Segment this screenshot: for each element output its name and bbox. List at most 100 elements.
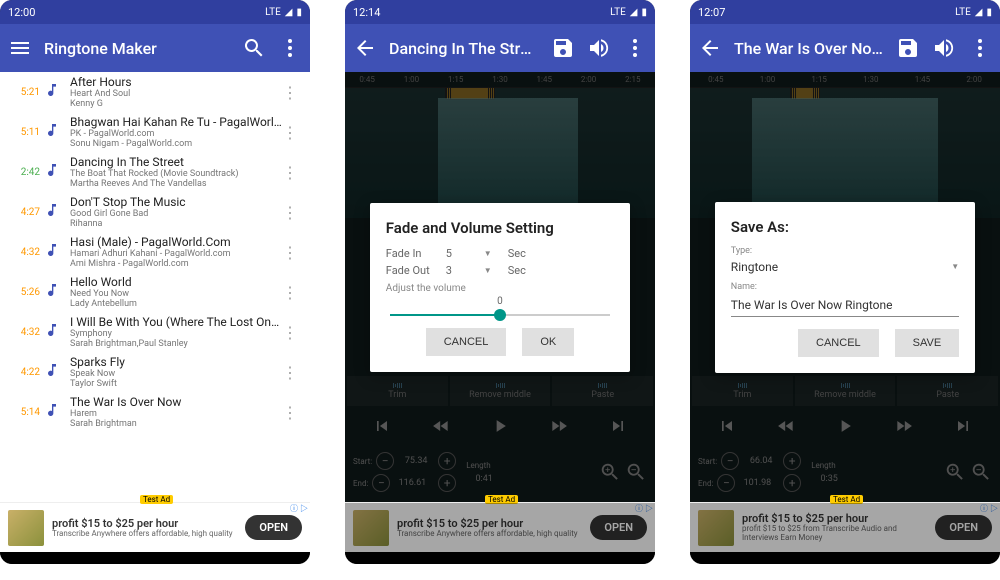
save-dialog: Save As: Type: Ringtone▼ Name: The War I… [715, 202, 975, 373]
ad-banner[interactable]: Test Ad ⓘ ▷ profit $15 to $25 per hour T… [0, 502, 310, 552]
row-menu-icon[interactable]: ⋮ [282, 203, 302, 222]
nav-bar [345, 552, 655, 564]
ad-image [698, 510, 734, 546]
ad-image [353, 510, 389, 546]
song-info: Don'T Stop The Music Good Girl Gone Bad … [70, 195, 282, 229]
volume-slider[interactable]: 0 [390, 314, 610, 316]
music-note-icon [44, 122, 64, 142]
ad-open-button[interactable]: OPEN [935, 515, 992, 540]
back-icon[interactable] [698, 36, 722, 60]
phone-1: 12:00 LTE ◢▮ Ringtone Maker 5:21 After H… [0, 0, 310, 564]
overflow-icon[interactable] [623, 36, 647, 60]
music-note-icon [44, 202, 64, 222]
duration: 5:26 [8, 287, 40, 298]
clock: 12:14 [353, 6, 380, 19]
song-row[interactable]: 5:11 Bhagwan Hai Kahan Re Tu - PagalWorl… [0, 112, 310, 152]
ad-info-icon[interactable]: ⓘ ▷ [635, 503, 653, 514]
song-info: Hello World Need You Now Lady Antebellum [70, 275, 282, 309]
app-title: Dancing In The Street… [389, 39, 539, 58]
duration: 5:14 [8, 407, 40, 418]
clock: 12:07 [698, 6, 725, 19]
menu-icon[interactable] [8, 36, 32, 60]
music-note-icon [44, 362, 64, 382]
save-button[interactable]: SAVE [895, 329, 960, 357]
fade-dialog: Fade and Volume Setting Fade In5▼Sec Fad… [370, 203, 630, 372]
song-info: Sparks Fly Speak Now Taylor Swift [70, 355, 282, 389]
status-bar: 12:07 LTE◢▮ [690, 0, 1000, 24]
row-menu-icon[interactable]: ⋮ [282, 83, 302, 102]
ad-open-button[interactable]: OPEN [590, 515, 647, 540]
row-menu-icon[interactable]: ⋮ [282, 163, 302, 182]
ok-button[interactable]: OK [522, 328, 574, 356]
cancel-button[interactable]: CANCEL [798, 329, 879, 357]
back-icon[interactable] [353, 36, 377, 60]
cancel-button[interactable]: CANCEL [426, 328, 507, 356]
ad-banner[interactable]: Test Ad ⓘ ▷ profit $15 to $25 per hourpr… [690, 502, 1000, 552]
song-info: After Hours Heart And Soul Kenny G [70, 75, 282, 109]
ad-label: Test Ad [830, 495, 863, 504]
overflow-icon[interactable] [968, 36, 992, 60]
clock: 12:00 [8, 6, 35, 19]
status-bar: 12:14 LTE◢▮ [345, 0, 655, 24]
status-bar: 12:00 LTE ◢▮ [0, 0, 310, 24]
app-title: The War Is Over Now -… [734, 39, 884, 58]
nav-bar [690, 552, 1000, 564]
status-icons: LTE◢▮ [610, 7, 647, 18]
row-menu-icon[interactable]: ⋮ [282, 363, 302, 382]
duration: 4:32 [8, 327, 40, 338]
status-icons: LTE◢▮ [955, 7, 992, 18]
nav-bar [0, 552, 310, 564]
song-info: The War Is Over Now Harem Sarah Brightma… [70, 395, 282, 429]
song-info: Hasi (Male) - PagalWorld.Com Hamari Adhu… [70, 235, 282, 269]
song-info: I Will Be With You (Where The Lost One… … [70, 315, 282, 349]
app-title: Ringtone Maker [44, 39, 230, 58]
dialog-overlay: Fade and Volume Setting Fade In5▼Sec Fad… [345, 72, 655, 502]
row-menu-icon[interactable]: ⋮ [282, 283, 302, 302]
search-icon[interactable] [242, 36, 266, 60]
editor-content: 0:451:001:151:301:452:00 FLAC, 44100 Hz,… [690, 72, 1000, 502]
save-icon[interactable] [551, 36, 575, 60]
duration: 5:11 [8, 127, 40, 138]
row-menu-icon[interactable]: ⋮ [282, 323, 302, 342]
music-note-icon [44, 162, 64, 182]
volume-icon[interactable] [587, 36, 611, 60]
ad-label: Test Ad [485, 495, 518, 504]
editor-content: 0:451:001:151:301:452:002:15 MP3, 44100 … [345, 72, 655, 502]
music-note-icon [44, 82, 64, 102]
song-list[interactable]: 5:21 After Hours Heart And Soul Kenny G … [0, 72, 310, 502]
song-row[interactable]: 4:27 Don'T Stop The Music Good Girl Gone… [0, 192, 310, 232]
song-row[interactable]: 4:32 Hasi (Male) - PagalWorld.Com Hamari… [0, 232, 310, 272]
row-menu-icon[interactable]: ⋮ [282, 403, 302, 422]
volume-icon[interactable] [932, 36, 956, 60]
dialog-title: Fade and Volume Setting [386, 219, 614, 237]
ad-banner[interactable]: Test Ad ⓘ ▷ profit $15 to $25 per hourTr… [345, 502, 655, 552]
fade-in-value[interactable]: 5 [446, 247, 476, 260]
phone-3: 12:07 LTE◢▮ The War Is Over Now -… 0:451… [690, 0, 1000, 564]
song-row[interactable]: 5:21 After Hours Heart And Soul Kenny G … [0, 72, 310, 112]
type-dropdown[interactable]: Ringtone▼ [731, 256, 959, 278]
ad-info-icon[interactable]: ⓘ ▷ [290, 503, 308, 514]
phone-2: 12:14 LTE◢▮ Dancing In The Street… 0:451… [345, 0, 655, 564]
song-row[interactable]: 4:22 Sparks Fly Speak Now Taylor Swift ⋮ [0, 352, 310, 392]
ad-open-button[interactable]: OPEN [245, 515, 302, 540]
ad-info-icon[interactable]: ⓘ ▷ [980, 503, 998, 514]
duration: 2:42 [8, 167, 40, 178]
row-menu-icon[interactable]: ⋮ [282, 243, 302, 262]
overflow-icon[interactable] [278, 36, 302, 60]
song-row[interactable]: 4:32 I Will Be With You (Where The Lost … [0, 312, 310, 352]
save-icon[interactable] [896, 36, 920, 60]
song-row[interactable]: 2:42 Dancing In The Street The Boat That… [0, 152, 310, 192]
ad-text: profit $15 to $25 per hour Transcribe An… [52, 517, 237, 539]
row-menu-icon[interactable]: ⋮ [282, 123, 302, 142]
fade-out-value[interactable]: 3 [446, 264, 476, 277]
name-input[interactable]: The War Is Over Now Ringtone [731, 294, 959, 317]
status-icons: LTE ◢▮ [265, 7, 302, 18]
song-info: Bhagwan Hai Kahan Re Tu - PagalWorld.Com… [70, 115, 282, 149]
song-row[interactable]: 5:26 Hello World Need You Now Lady Anteb… [0, 272, 310, 312]
ad-image [8, 510, 44, 546]
duration: 4:27 [8, 207, 40, 218]
duration: 4:32 [8, 247, 40, 258]
app-bar: Ringtone Maker [0, 24, 310, 72]
song-row[interactable]: 5:14 The War Is Over Now Harem Sarah Bri… [0, 392, 310, 432]
duration: 5:21 [8, 87, 40, 98]
